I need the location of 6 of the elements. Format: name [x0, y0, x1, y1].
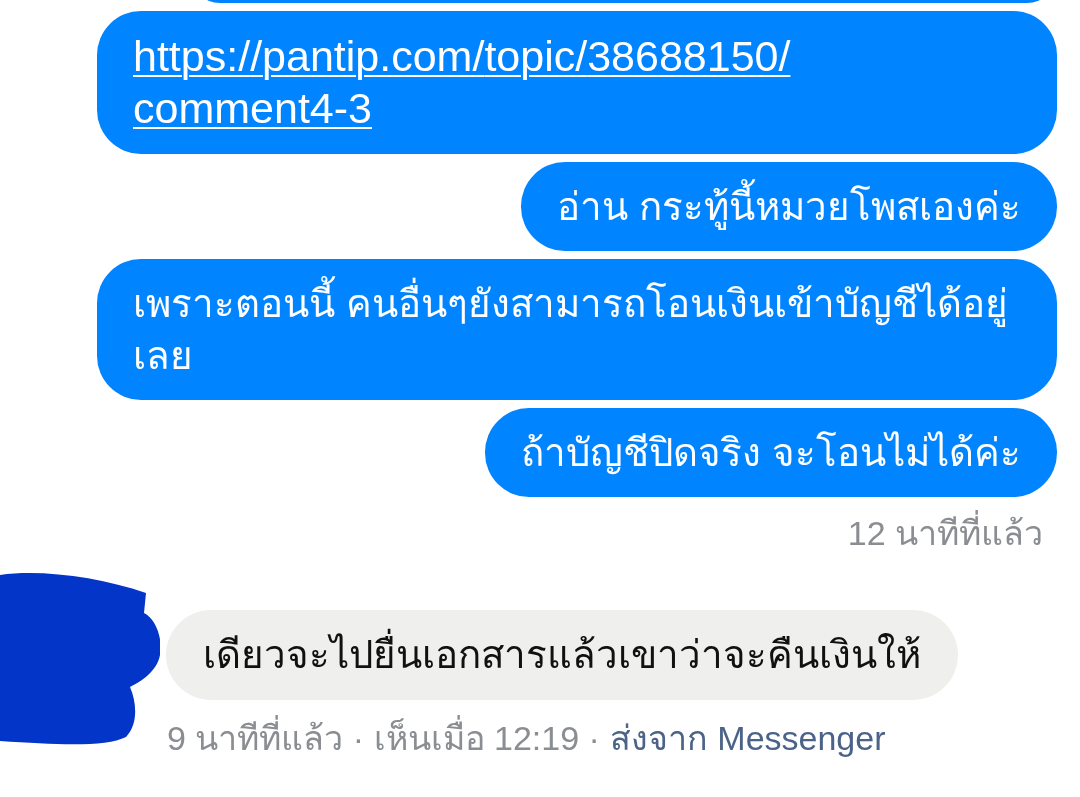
source-link[interactable]: ส่งจาก Messenger	[609, 718, 886, 758]
sent-message: เพราะตอนนี้ คนอื่นๆยังสามารถโอนเงินเข้าบัญชีได้อยู่เลย	[97, 259, 1057, 400]
received-message: เดียวจะไปยื่นเอกสารแล้วเขาว่าจะคืนเงินให้	[166, 610, 958, 700]
sent-message: ถ้าบัญชีปิดจริง จะโอนไม่ได้ค่ะ	[485, 408, 1057, 497]
sent-message: อ่าน กระทู้นี้หมวยโพสเองค่ะ	[521, 162, 1057, 251]
message-link[interactable]: https://pantip.com/topic/38688150/comment4-3	[133, 30, 853, 134]
